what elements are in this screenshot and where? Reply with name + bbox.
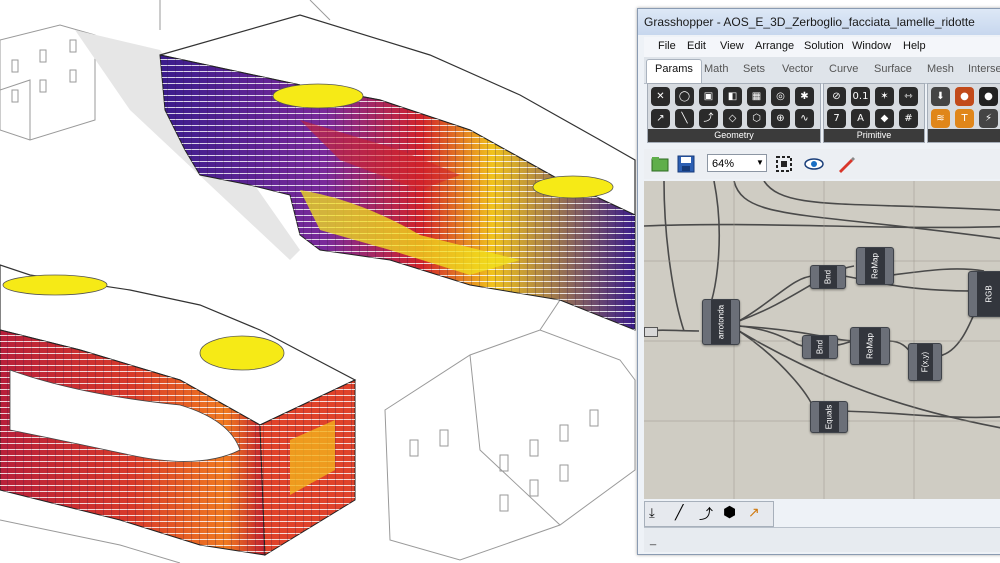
curve-tool-icon[interactable]: ⤴: [699, 504, 713, 524]
line-tool-icon[interactable]: ╱: [675, 504, 683, 521]
brep-param-icon[interactable]: ◧: [723, 87, 742, 106]
menu-solution[interactable]: Solution: [804, 40, 844, 52]
canvas-widget-tools: ⤓ ╱ ⤴ ⬢ ↗: [644, 501, 774, 527]
panel-param-icon[interactable]: ⬇: [931, 87, 950, 106]
equals-component[interactable]: Equals: [810, 401, 848, 433]
chevron-down-icon[interactable]: ▼: [756, 158, 764, 167]
preview-eye-icon[interactable]: [804, 154, 824, 174]
jump-param-icon[interactable]: ⚡: [979, 109, 998, 128]
domain-param-icon[interactable]: ⇿: [899, 87, 918, 106]
plane-param-icon[interactable]: ◇: [723, 109, 742, 128]
primitive-panel: ⊘ 0.1 ✶ ⇿ 7 A ◆ # Primitive: [823, 83, 925, 143]
rgb-component[interactable]: RGB: [968, 271, 1000, 317]
primitive-panel-label: Primitive: [824, 129, 924, 142]
canvas-toolbar: 64% ▼: [644, 149, 1000, 179]
input-panel-label: [928, 129, 1000, 142]
solar-ellipse: [2, 274, 108, 296]
tab-params[interactable]: Params: [646, 59, 702, 83]
tab-curve[interactable]: Curve: [829, 63, 858, 75]
status-bar: _: [644, 527, 1000, 552]
graph-mapper-icon[interactable]: T: [955, 109, 974, 128]
remap-component[interactable]: ReMap: [850, 327, 890, 365]
tab-mesh[interactable]: Mesh: [927, 63, 954, 75]
slider-param-icon[interactable]: ●: [955, 87, 974, 106]
solar-ellipse: [272, 83, 364, 109]
gradient-param-icon[interactable]: ≋: [931, 109, 950, 128]
tab-intersect[interactable]: Intersect: [968, 63, 1000, 75]
matrix-param-icon[interactable]: #: [899, 109, 918, 128]
arrow-tool-icon[interactable]: ↗: [748, 504, 760, 521]
menu-edit[interactable]: Edit: [687, 40, 706, 52]
text-param-icon[interactable]: A: [851, 109, 870, 128]
colour-param-icon[interactable]: ◆: [875, 109, 894, 128]
transform-param-icon[interactable]: ⊕: [771, 109, 790, 128]
download-icon[interactable]: ⤓: [649, 505, 655, 521]
menu-arrange[interactable]: Arrange: [755, 40, 794, 52]
expression-fxy-component[interactable]: F(x,y): [908, 343, 942, 381]
geometry-panel: ✕ ◯ ▣ ◧ ▦ ◎ ✱ ↗ ╲ ⤴ ◇ ⬡ ⊕ ∿ Geometry: [647, 83, 821, 143]
menu-bar: File Edit View Arrange Solution Window H…: [644, 37, 1000, 57]
tab-vector[interactable]: Vector: [782, 63, 813, 75]
number-param-icon[interactable]: 0.1: [851, 87, 870, 106]
toggle-param-icon[interactable]: ●: [979, 87, 998, 106]
arrotonda-component[interactable]: arrotonda: [702, 299, 740, 345]
geometry-param-icon[interactable]: ✱: [795, 87, 814, 106]
circle-param-icon[interactable]: ◯: [675, 87, 694, 106]
polygon-tool-icon[interactable]: ⬢: [723, 503, 736, 521]
grasshopper-window: Grasshopper - AOS_E_3D_Zerboglio_facciat…: [637, 8, 1000, 555]
remap-component[interactable]: ReMap: [856, 247, 894, 285]
grasshopper-canvas[interactable]: arrotonda Bnd ReMap Bnd ReMap F(x,y) Equ…: [644, 181, 1000, 499]
wire-input-stub[interactable]: [644, 327, 658, 337]
status-text: _: [650, 534, 657, 546]
boolean-param-icon[interactable]: ⊘: [827, 87, 846, 106]
menu-view[interactable]: View: [720, 40, 744, 52]
bounds-component[interactable]: Bnd: [802, 335, 838, 359]
menu-help[interactable]: Help: [903, 40, 926, 52]
save-file-icon[interactable]: [676, 154, 696, 174]
menu-window[interactable]: Window: [852, 40, 891, 52]
sketch-pen-icon[interactable]: [836, 154, 856, 174]
vector-param-icon[interactable]: ↗: [651, 109, 670, 128]
input-panel: ⬇ ● ● ≋ T ⚡: [927, 83, 1000, 143]
field-param-icon[interactable]: ◎: [771, 87, 790, 106]
tab-math[interactable]: Math: [704, 63, 728, 75]
point-param-icon[interactable]: ✕: [651, 87, 670, 106]
title-bar[interactable]: Grasshopper - AOS_E_3D_Zerboglio_facciat…: [638, 9, 1000, 35]
arc-param-icon[interactable]: ⤴: [699, 109, 718, 128]
component-tabs: Params Math Sets Vector Curve Surface Me…: [644, 57, 1000, 84]
line-param-icon[interactable]: ╲: [675, 109, 694, 128]
mesh-param-icon[interactable]: ▦: [747, 87, 766, 106]
integer-param-icon[interactable]: ✶: [875, 87, 894, 106]
tab-surface[interactable]: Surface: [874, 63, 912, 75]
solar-ellipse: [199, 335, 285, 371]
integer-7-param-icon[interactable]: 7: [827, 109, 846, 128]
window-title: Grasshopper - AOS_E_3D_Zerboglio_facciat…: [644, 15, 975, 29]
menu-file[interactable]: File: [658, 40, 676, 52]
box-param-icon[interactable]: ▣: [699, 87, 718, 106]
tab-sets[interactable]: Sets: [743, 63, 765, 75]
bounds-component[interactable]: Bnd: [810, 265, 846, 289]
geometry-panel-label: Geometry: [648, 129, 820, 142]
surface-param-icon[interactable]: ⬡: [747, 109, 766, 128]
open-file-icon[interactable]: [650, 154, 670, 174]
zoom-extents-icon[interactable]: [774, 154, 794, 174]
curve-param-icon[interactable]: ∿: [795, 109, 814, 128]
solar-ellipse: [532, 175, 614, 199]
